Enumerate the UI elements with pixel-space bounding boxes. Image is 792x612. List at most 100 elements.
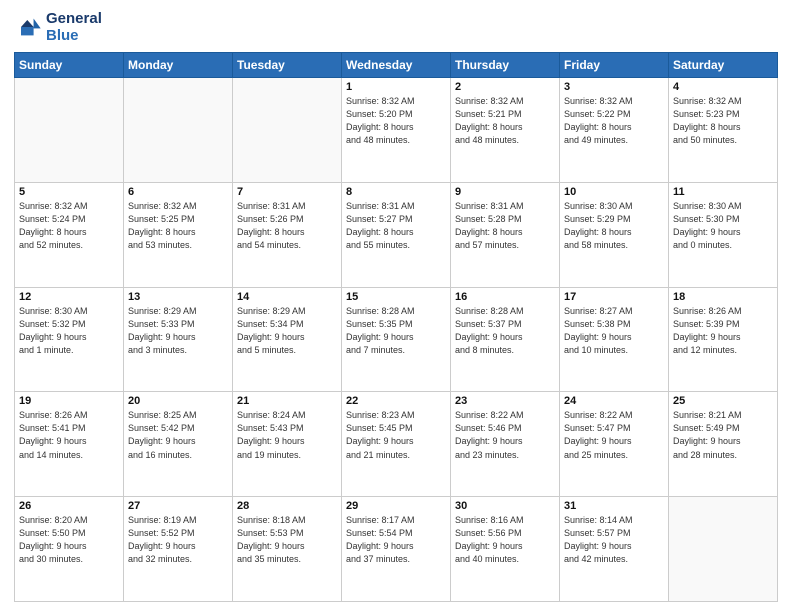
day-number: 30	[455, 500, 555, 512]
day-cell-31: 31 Sunrise: 8:14 AM Sunset: 5:57 PM Dayli…	[560, 497, 669, 602]
day-number: 19	[19, 395, 119, 407]
day-cell-23: 23 Sunrise: 8:22 AM Sunset: 5:46 PM Dayli…	[451, 392, 560, 497]
logo-text: General Blue	[46, 10, 102, 44]
weekday-wednesday: Wednesday	[342, 53, 451, 78]
day-number: 1	[346, 81, 446, 93]
day-detail: Sunrise: 8:18 AM Sunset: 5:53 PM Dayligh…	[237, 514, 337, 566]
day-cell-12: 12 Sunrise: 8:30 AM Sunset: 5:32 PM Dayli…	[15, 287, 124, 392]
day-cell-26: 26Sunrise: 8:20 AM Sunset: 5:50 PM Dayli…	[15, 497, 124, 602]
day-number: 23	[455, 395, 555, 407]
day-cell-19: 19 Sunrise: 8:26 AM Sunset: 5:41 PM Dayli…	[15, 392, 124, 497]
day-detail: Sunrise: 8:22 AM Sunset: 5:46 PM Dayligh…	[455, 409, 555, 461]
day-cell-15: 15 Sunrise: 8:28 AM Sunset: 5:35 PM Dayli…	[342, 287, 451, 392]
day-detail: Sunrise: 8:31 AM Sunset: 5:28 PM Dayligh…	[455, 200, 555, 252]
day-number: 15	[346, 291, 446, 303]
weekday-monday: Monday	[124, 53, 233, 78]
day-cell-1: 1 Sunrise: 8:32 AM Sunset: 5:20 PM Daylig…	[342, 78, 451, 183]
day-cell-25: 25Sunrise: 8:21 AM Sunset: 5:49 PM Dayli…	[669, 392, 778, 497]
day-cell-28: 28 Sunrise: 8:18 AM Sunset: 5:53 PM Dayli…	[233, 497, 342, 602]
day-detail: Sunrise: 8:25 AM Sunset: 5:42 PM Dayligh…	[128, 409, 228, 461]
day-detail: Sunrise: 8:28 AM Sunset: 5:37 PM Dayligh…	[455, 305, 555, 357]
day-number: 7	[237, 186, 337, 198]
day-detail: Sunrise: 8:26 AM Sunset: 5:41 PM Dayligh…	[19, 409, 119, 461]
day-number: 31	[564, 500, 664, 512]
day-cell-11: 11 Sunrise: 8:30 AM Sunset: 5:30 PM Dayli…	[669, 182, 778, 287]
day-number: 17	[564, 291, 664, 303]
day-detail: Sunrise: 8:29 AM Sunset: 5:34 PM Dayligh…	[237, 305, 337, 357]
day-number: 21	[237, 395, 337, 407]
logo: General Blue	[14, 10, 102, 44]
day-cell-29: 29 Sunrise: 8:17 AM Sunset: 5:54 PM Dayli…	[342, 497, 451, 602]
empty-cell	[669, 497, 778, 602]
day-cell-21: 21 Sunrise: 8:24 AM Sunset: 5:43 PM Dayli…	[233, 392, 342, 497]
day-detail: Sunrise: 8:22 AM Sunset: 5:47 PM Dayligh…	[564, 409, 664, 461]
day-cell-13: 13 Sunrise: 8:29 AM Sunset: 5:33 PM Dayli…	[124, 287, 233, 392]
day-number: 14	[237, 291, 337, 303]
logo-icon	[14, 13, 42, 41]
day-detail: Sunrise: 8:32 AM Sunset: 5:21 PM Dayligh…	[455, 95, 555, 147]
day-cell-9: 9 Sunrise: 8:31 AM Sunset: 5:28 PM Daylig…	[451, 182, 560, 287]
week-row-1: 1 Sunrise: 8:32 AM Sunset: 5:20 PM Daylig…	[15, 78, 778, 183]
weekday-tuesday: Tuesday	[233, 53, 342, 78]
day-detail: Sunrise: 8:24 AM Sunset: 5:43 PM Dayligh…	[237, 409, 337, 461]
day-detail: Sunrise: 8:17 AM Sunset: 5:54 PM Dayligh…	[346, 514, 446, 566]
day-number: 16	[455, 291, 555, 303]
week-row-5: 26Sunrise: 8:20 AM Sunset: 5:50 PM Dayli…	[15, 497, 778, 602]
day-number: 18	[673, 291, 773, 303]
day-number: 11	[673, 186, 773, 198]
week-row-3: 12 Sunrise: 8:30 AM Sunset: 5:32 PM Dayli…	[15, 287, 778, 392]
day-number: 20	[128, 395, 228, 407]
day-detail: Sunrise: 8:16 AM Sunset: 5:56 PM Dayligh…	[455, 514, 555, 566]
day-detail: Sunrise: 8:27 AM Sunset: 5:38 PM Dayligh…	[564, 305, 664, 357]
day-number: 22	[346, 395, 446, 407]
day-detail: Sunrise: 8:32 AM Sunset: 5:24 PM Dayligh…	[19, 200, 119, 252]
header: General Blue	[14, 10, 778, 44]
day-detail: Sunrise: 8:31 AM Sunset: 5:27 PM Dayligh…	[346, 200, 446, 252]
day-detail: Sunrise: 8:14 AM Sunset: 5:57 PM Dayligh…	[564, 514, 664, 566]
day-cell-18: 18 Sunrise: 8:26 AM Sunset: 5:39 PM Dayli…	[669, 287, 778, 392]
day-detail: Sunrise: 8:32 AM Sunset: 5:23 PM Dayligh…	[673, 95, 773, 147]
weekday-thursday: Thursday	[451, 53, 560, 78]
day-detail: Sunrise: 8:29 AM Sunset: 5:33 PM Dayligh…	[128, 305, 228, 357]
day-cell-6: 6Sunrise: 8:32 AM Sunset: 5:25 PM Daylig…	[124, 182, 233, 287]
weekday-saturday: Saturday	[669, 53, 778, 78]
weekday-friday: Friday	[560, 53, 669, 78]
week-row-2: 5 Sunrise: 8:32 AM Sunset: 5:24 PM Daylig…	[15, 182, 778, 287]
day-detail: Sunrise: 8:32 AM Sunset: 5:25 PM Dayligh…	[128, 200, 228, 252]
day-detail: Sunrise: 8:30 AM Sunset: 5:32 PM Dayligh…	[19, 305, 119, 357]
empty-cell	[15, 78, 124, 183]
day-number: 12	[19, 291, 119, 303]
day-number: 29	[346, 500, 446, 512]
day-detail: Sunrise: 8:31 AM Sunset: 5:26 PM Dayligh…	[237, 200, 337, 252]
day-cell-2: 2Sunrise: 8:32 AM Sunset: 5:21 PM Daylig…	[451, 78, 560, 183]
day-detail: Sunrise: 8:26 AM Sunset: 5:39 PM Dayligh…	[673, 305, 773, 357]
weekday-header-row: SundayMondayTuesdayWednesdayThursdayFrid…	[15, 53, 778, 78]
day-number: 10	[564, 186, 664, 198]
day-number: 9	[455, 186, 555, 198]
day-number: 24	[564, 395, 664, 407]
week-row-4: 19 Sunrise: 8:26 AM Sunset: 5:41 PM Dayli…	[15, 392, 778, 497]
day-number: 5	[19, 186, 119, 198]
calendar-table: SundayMondayTuesdayWednesdayThursdayFrid…	[14, 52, 778, 602]
day-detail: Sunrise: 8:23 AM Sunset: 5:45 PM Dayligh…	[346, 409, 446, 461]
day-number: 3	[564, 81, 664, 93]
day-number: 4	[673, 81, 773, 93]
day-cell-4: 4 Sunrise: 8:32 AM Sunset: 5:23 PM Daylig…	[669, 78, 778, 183]
day-number: 13	[128, 291, 228, 303]
day-cell-22: 22 Sunrise: 8:23 AM Sunset: 5:45 PM Dayli…	[342, 392, 451, 497]
day-detail: Sunrise: 8:30 AM Sunset: 5:29 PM Dayligh…	[564, 200, 664, 252]
day-detail: Sunrise: 8:20 AM Sunset: 5:50 PM Dayligh…	[19, 514, 119, 566]
day-number: 28	[237, 500, 337, 512]
day-cell-16: 16 Sunrise: 8:28 AM Sunset: 5:37 PM Dayli…	[451, 287, 560, 392]
day-cell-10: 10 Sunrise: 8:30 AM Sunset: 5:29 PM Dayli…	[560, 182, 669, 287]
day-detail: Sunrise: 8:30 AM Sunset: 5:30 PM Dayligh…	[673, 200, 773, 252]
day-detail: Sunrise: 8:21 AM Sunset: 5:49 PM Dayligh…	[673, 409, 773, 461]
empty-cell	[124, 78, 233, 183]
day-cell-5: 5 Sunrise: 8:32 AM Sunset: 5:24 PM Daylig…	[15, 182, 124, 287]
day-number: 8	[346, 186, 446, 198]
day-cell-30: 30 Sunrise: 8:16 AM Sunset: 5:56 PM Dayli…	[451, 497, 560, 602]
day-detail: Sunrise: 8:28 AM Sunset: 5:35 PM Dayligh…	[346, 305, 446, 357]
weekday-sunday: Sunday	[15, 53, 124, 78]
day-cell-14: 14 Sunrise: 8:29 AM Sunset: 5:34 PM Dayli…	[233, 287, 342, 392]
day-detail: Sunrise: 8:32 AM Sunset: 5:20 PM Dayligh…	[346, 95, 446, 147]
